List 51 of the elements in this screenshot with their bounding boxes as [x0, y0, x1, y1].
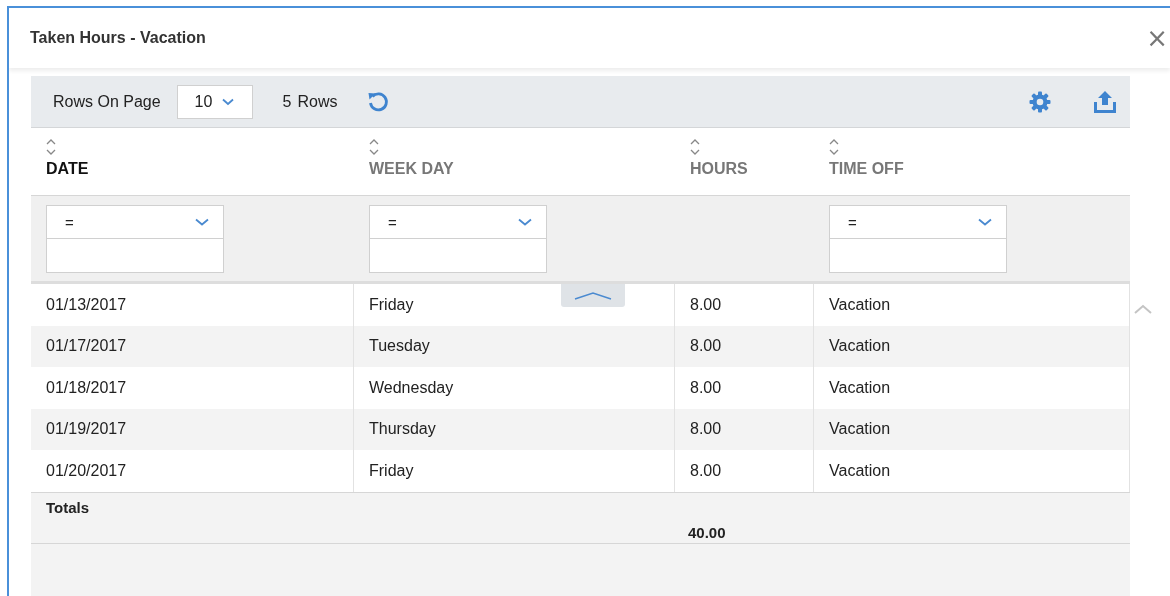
table-cell: 8.00 — [675, 450, 814, 492]
table-cell: Tuesday — [354, 325, 675, 367]
table-cell: Thursday — [354, 408, 675, 450]
table-cell: 01/19/2017 — [31, 408, 354, 450]
filter-operator-dropdown[interactable]: = — [829, 205, 1007, 239]
table-cell: 01/17/2017 — [31, 325, 354, 367]
table-cell: 8.00 — [675, 325, 814, 367]
filter-input[interactable] — [46, 239, 224, 273]
totals-hours: 40.00 — [688, 523, 726, 542]
table-cell: Friday — [354, 450, 675, 492]
collapse-tab[interactable] — [561, 284, 625, 307]
export-icon[interactable] — [1092, 88, 1118, 115]
close-button[interactable]: × — [1146, 25, 1170, 51]
table-cell: 8.00 — [675, 284, 814, 326]
window-title: Taken Hours - Vacation — [30, 29, 206, 47]
chevron-up-icon — [574, 291, 612, 300]
scroll-up-icon[interactable] — [1133, 304, 1152, 314]
table-cell: Friday — [354, 284, 675, 326]
column-header[interactable]: WEEK DAY — [369, 160, 454, 178]
settings-icon[interactable] — [1028, 89, 1052, 114]
column-header[interactable]: DATE — [46, 160, 89, 178]
table-cell: 01/13/2017 — [31, 284, 354, 326]
table-cell: Wednesday — [354, 367, 675, 409]
chevron-down-icon — [518, 218, 532, 226]
rows-on-page-dropdown[interactable]: 10 — [176, 84, 253, 119]
table-cell: Vacation — [814, 450, 1130, 492]
sort-icon[interactable] — [369, 138, 379, 156]
table-cell: Vacation — [814, 325, 1130, 367]
table-cell: 01/18/2017 — [31, 367, 354, 409]
filter-input[interactable] — [369, 239, 547, 273]
chevron-down-icon — [222, 97, 235, 106]
sort-icon[interactable] — [690, 138, 700, 156]
rows-on-page-label: Rows On Page — [53, 92, 161, 111]
column-header[interactable]: HOURS — [690, 160, 748, 178]
sort-icon[interactable] — [46, 138, 56, 156]
table-cell: 8.00 — [675, 408, 814, 450]
chevron-down-icon — [978, 218, 992, 226]
totals-label: Totals — [46, 498, 90, 516]
table-cell: Vacation — [814, 408, 1130, 450]
filter-operator-dropdown[interactable]: = — [369, 205, 547, 239]
chevron-down-icon — [195, 218, 209, 226]
table-cell: Vacation — [814, 284, 1130, 326]
filter-operator-dropdown[interactable]: = — [46, 205, 224, 239]
row-count: 5 — [282, 92, 292, 111]
row-count-label: Rows — [297, 92, 338, 111]
filter-input[interactable] — [829, 239, 1007, 273]
table-cell: 01/20/2017 — [31, 450, 354, 492]
table-cell: Vacation — [814, 367, 1130, 409]
table-cell: 8.00 — [675, 367, 814, 409]
column-header[interactable]: TIME OFF — [829, 160, 904, 178]
sort-icon[interactable] — [829, 138, 839, 156]
